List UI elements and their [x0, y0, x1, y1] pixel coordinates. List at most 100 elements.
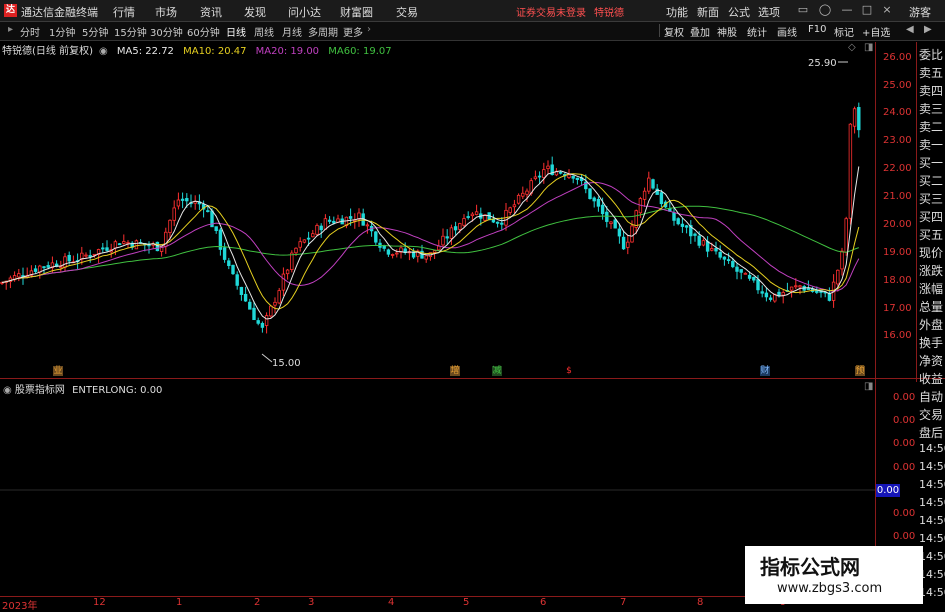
event-marker-decrease[interactable]: 减 [492, 366, 502, 376]
side-bid3[interactable]: 买三 [919, 190, 945, 207]
side-bid4[interactable]: 买四 [919, 208, 945, 225]
user-icon[interactable]: ◯ [818, 3, 832, 17]
candle-body [458, 223, 462, 230]
side-ask5[interactable]: 卖五 [919, 64, 945, 81]
candle-body [705, 241, 710, 252]
account-label[interactable]: 游客 [909, 4, 931, 20]
candle-body [243, 293, 248, 302]
tool-mark[interactable]: 标记 [834, 24, 854, 39]
sub-y-tick: 0.00 [893, 415, 916, 426]
menu-new-page[interactable]: 新面 [697, 4, 719, 20]
candle-body [222, 247, 227, 260]
candle-body [466, 216, 470, 218]
side-bid1[interactable]: 买一 [919, 154, 945, 171]
tool-add-favorite[interactable]: +自选 [862, 24, 890, 39]
candle-body [798, 285, 802, 288]
side-after-hours[interactable]: 盘后 [919, 424, 945, 441]
candle-body [642, 190, 647, 200]
side-turnover[interactable]: 换手 [919, 334, 945, 351]
minimize-icon[interactable]: — [840, 3, 854, 17]
menu-options[interactable]: 选项 [758, 4, 780, 20]
menu-news[interactable]: 资讯 [200, 4, 222, 20]
menu-discover[interactable]: 发现 [244, 4, 266, 20]
app-title: 通达信金融终端 [21, 6, 98, 19]
side-volume[interactable]: 总量 [919, 298, 945, 315]
side-auto[interactable]: 自动 [919, 388, 945, 405]
menu-ask[interactable]: 问小达 [288, 4, 321, 20]
candle-body [680, 223, 685, 227]
menu-wealth[interactable]: 财富圈 [340, 4, 373, 20]
side-change-pct[interactable]: 涨幅 [919, 280, 945, 297]
side-outer[interactable]: 外盘 [919, 316, 945, 333]
candle-body [626, 241, 630, 248]
period-60min[interactable]: 60分钟 [187, 24, 220, 39]
maximize-icon[interactable]: □ [860, 3, 874, 17]
candle-body [122, 241, 126, 244]
panel-divider[interactable] [0, 378, 945, 379]
side-ask3[interactable]: 卖三 [919, 100, 945, 117]
menu-formula[interactable]: 公式 [728, 4, 750, 20]
candle-body [227, 260, 231, 267]
sub-y-tick: 0.00 [893, 508, 916, 519]
side-ask4[interactable]: 卖四 [919, 82, 945, 99]
menu-function[interactable]: 功能 [666, 4, 688, 20]
event-marker-forecast[interactable]: 预 [855, 366, 865, 376]
menu-market[interactable]: 市场 [155, 4, 177, 20]
x-tick: 2023年 [2, 601, 38, 612]
side-net-assets[interactable]: 净资 [919, 352, 945, 369]
menu-quotes[interactable]: 行情 [113, 4, 135, 20]
candle-body [567, 174, 571, 178]
window-menu-icon[interactable]: ▭ [796, 3, 810, 17]
tool-adjust[interactable]: 复权 [664, 24, 684, 39]
side-trade[interactable]: 交易 [919, 406, 945, 423]
event-marker-dividend[interactable]: $ [564, 366, 574, 376]
indicator-chart[interactable] [0, 392, 875, 592]
period-more[interactable]: 更多 [343, 24, 363, 39]
event-marker-increase[interactable]: 增 [450, 366, 460, 376]
sub-y-tick: 0.00 [893, 462, 916, 473]
candle-body [348, 216, 353, 219]
side-ask2[interactable]: 卖二 [919, 118, 945, 135]
period-monthly[interactable]: 月线 [282, 24, 302, 39]
scroll-left-icon[interactable]: ◀ [906, 24, 914, 35]
candle-body [571, 175, 575, 179]
period-daily[interactable]: 日线 [226, 24, 246, 39]
y-tick: 19.00 [883, 247, 912, 258]
period-30min[interactable]: 30分钟 [150, 24, 183, 39]
more-chevron-icon[interactable]: › [367, 24, 371, 35]
candle-body [760, 291, 764, 294]
tool-f10[interactable]: F10 [808, 24, 826, 35]
side-change[interactable]: 涨跌 [919, 262, 945, 279]
side-order-ratio[interactable]: 委比 [919, 46, 945, 63]
event-marker-earnings[interactable]: 业 [53, 366, 63, 376]
candle-body [596, 198, 601, 207]
tool-god-stock[interactable]: 神股 [717, 24, 737, 39]
close-icon[interactable]: × [880, 3, 894, 17]
menu-trade[interactable]: 交易 [396, 4, 418, 20]
toolbar-toggle-icon[interactable]: ▸ [8, 24, 13, 35]
side-bid2[interactable]: 买二 [919, 172, 945, 189]
tool-draw[interactable]: 画线 [777, 24, 797, 39]
side-bid5[interactable]: 买五 [919, 226, 945, 243]
login-notice[interactable]: 证券交易未登录 [516, 4, 586, 19]
candlestick-chart[interactable]: 25.90 15.00 [0, 52, 875, 376]
side-ask1[interactable]: 卖一 [919, 136, 945, 153]
tool-stats[interactable]: 统计 [747, 24, 767, 39]
period-1min[interactable]: 1分钟 [49, 24, 75, 39]
event-marker-financial[interactable]: 财 [760, 366, 770, 376]
period-tick[interactable]: 分时 [20, 24, 40, 39]
candle-body [239, 286, 244, 295]
candle-body [319, 225, 323, 231]
period-weekly[interactable]: 周线 [254, 24, 274, 39]
tool-overlay[interactable]: 叠加 [690, 24, 710, 39]
period-5min[interactable]: 5分钟 [82, 24, 108, 39]
scroll-right-icon[interactable]: ▶ [924, 24, 932, 35]
side-earnings[interactable]: 收益 [919, 370, 945, 387]
indicator-expand-icon[interactable]: ◨ [864, 381, 873, 392]
candle-body [613, 219, 617, 229]
side-time: 14:50 [919, 442, 945, 455]
side-price[interactable]: 现价 [919, 244, 945, 261]
period-15min[interactable]: 15分钟 [114, 24, 147, 39]
period-multi[interactable]: 多周期 [308, 24, 338, 39]
candle-body [491, 219, 496, 223]
